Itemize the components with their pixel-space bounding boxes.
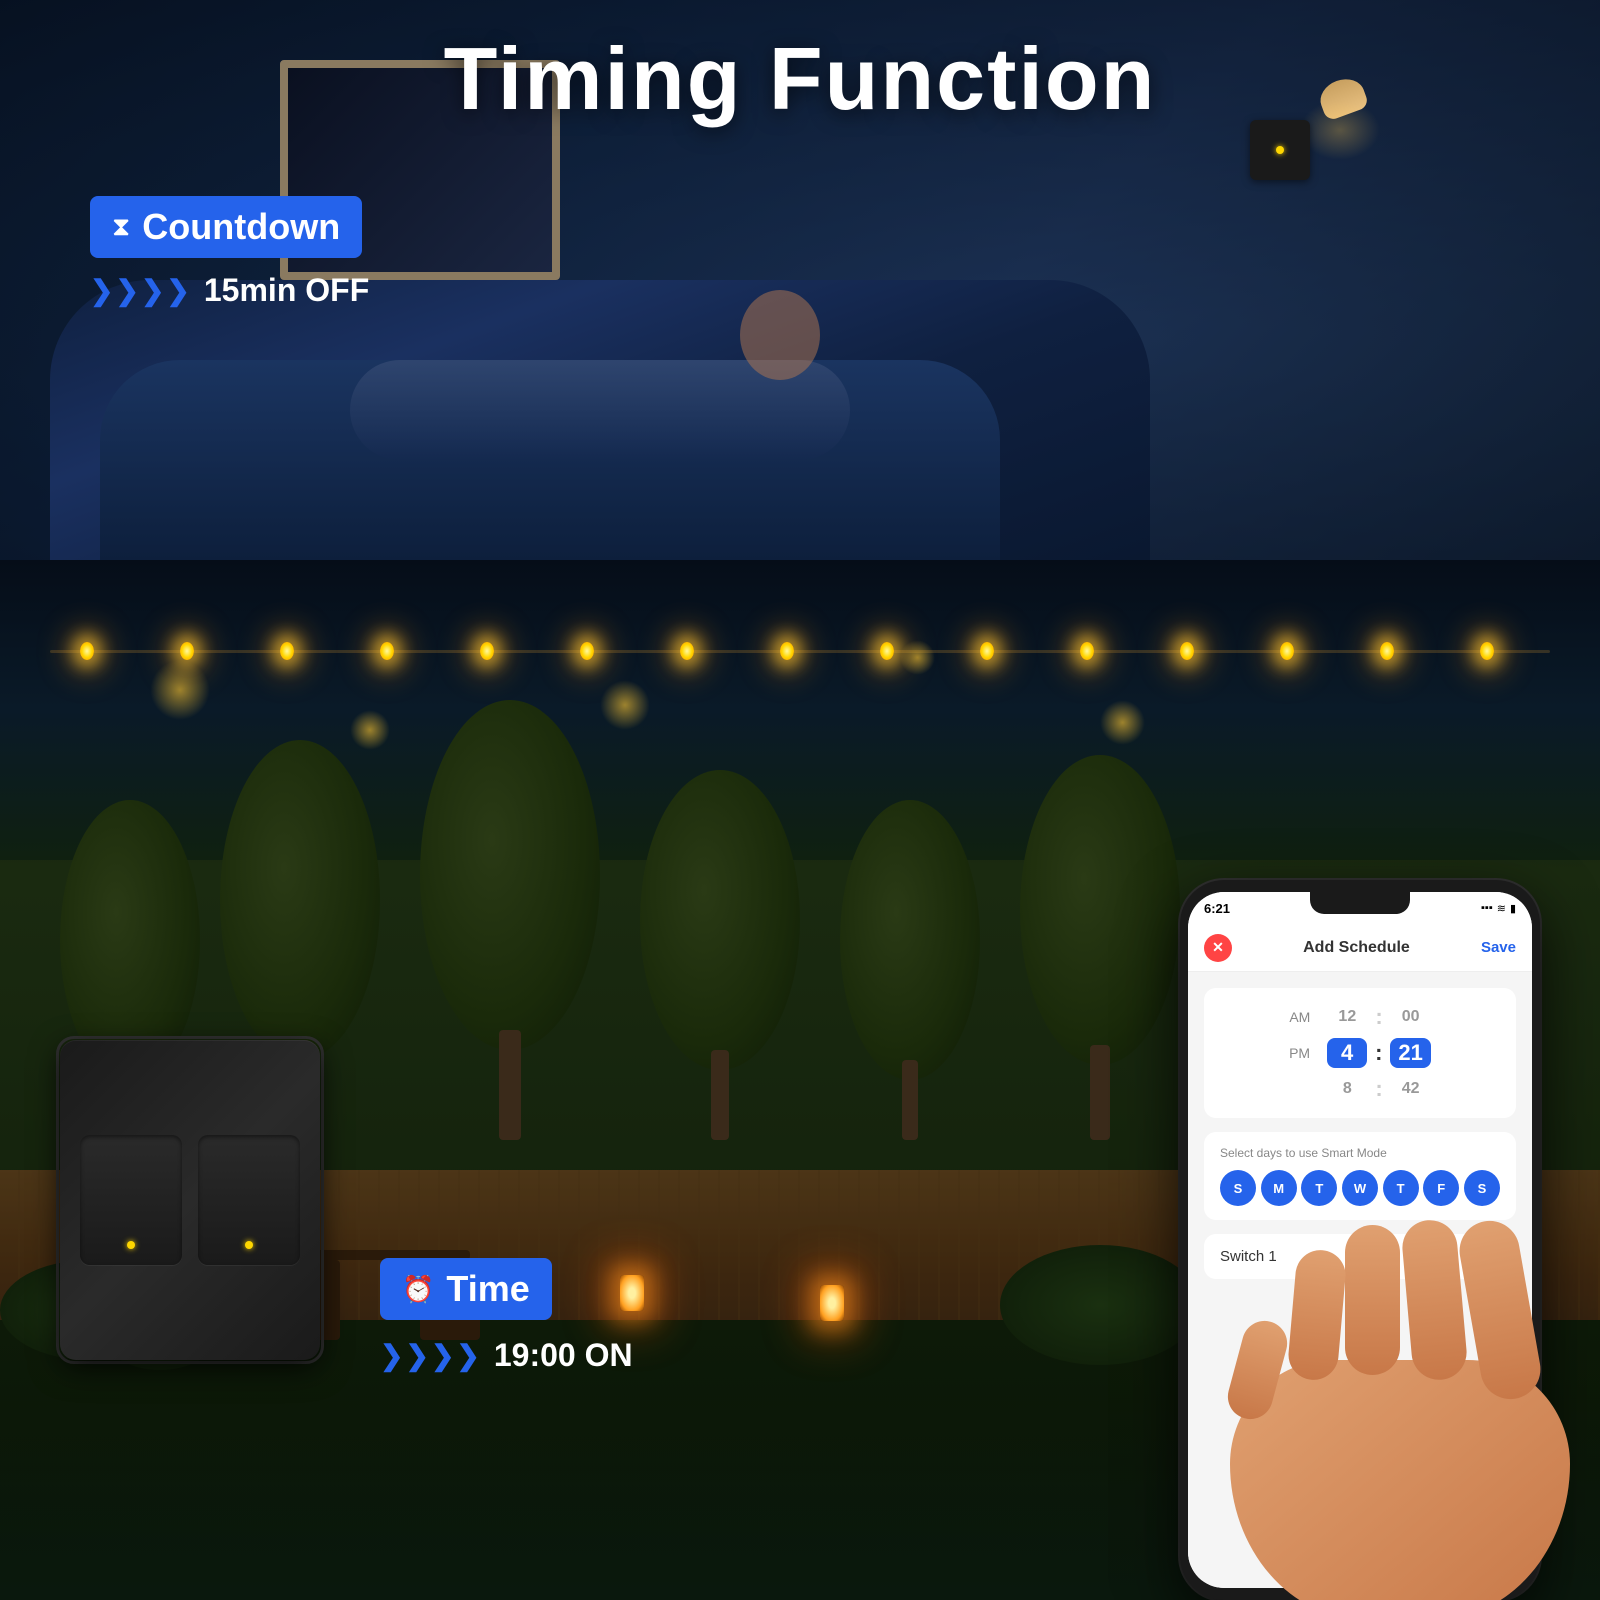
phone-close-button[interactable]: ✕ — [1204, 934, 1232, 962]
close-icon: ✕ — [1212, 939, 1224, 956]
foliage-3 — [420, 700, 600, 1050]
hour-down: 8 — [1327, 1080, 1367, 1098]
switch-button-1[interactable] — [80, 1135, 182, 1265]
timer-info: ❯ ❯ ❯ ❯ 15min OFF — [90, 272, 369, 309]
time-row-3: 8 : 42 — [1204, 1072, 1516, 1106]
minute-down: 42 — [1391, 1080, 1431, 1098]
hour-selected[interactable]: 4 — [1327, 1038, 1367, 1068]
page-title: Timing Function — [0, 28, 1600, 130]
tree-3 — [420, 700, 600, 1140]
arrow-4: ❯ — [166, 274, 189, 307]
trunk-6 — [1090, 1045, 1110, 1140]
led-2 — [245, 1241, 253, 1249]
clock-icon: ⏰ — [402, 1274, 434, 1305]
foliage-5 — [840, 800, 980, 1080]
status-icons: ▪▪▪ ≋ ▮ — [1481, 902, 1516, 915]
arrow-2: ❯ — [115, 274, 138, 307]
switch-panel[interactable] — [60, 1040, 320, 1360]
phone-save-button[interactable]: Save — [1481, 939, 1516, 956]
countdown-timer-text: 15min OFF — [204, 272, 369, 309]
arrow-3: ❯ — [141, 274, 164, 307]
hand-wrapper — [1070, 1200, 1570, 1600]
time-row-1: AM 12 : 00 — [1204, 1000, 1516, 1034]
time-arrow-2: ❯ — [405, 1339, 428, 1372]
finger-3 — [1345, 1225, 1400, 1375]
bokeh-5 — [1100, 700, 1145, 745]
phone-header: ✕ Add Schedule Save — [1188, 924, 1532, 972]
time-arrow-1: ❯ — [380, 1339, 403, 1372]
bokeh-3 — [600, 680, 650, 730]
phone-notch — [1310, 892, 1410, 914]
status-time: 6:21 — [1204, 901, 1230, 916]
hour-display: 12 — [1327, 1008, 1367, 1026]
tree-4 — [640, 770, 800, 1140]
trunk-3 — [499, 1030, 521, 1140]
tree-6 — [1020, 755, 1180, 1140]
am-label: AM — [1289, 1009, 1319, 1025]
foliage-4 — [640, 770, 800, 1070]
switch-led — [1276, 146, 1284, 154]
led-1 — [127, 1241, 135, 1249]
minute-selected[interactable]: 21 — [1390, 1038, 1430, 1068]
time-row-2: PM 4 : 21 — [1204, 1034, 1516, 1072]
bokeh-1 — [150, 660, 210, 720]
finger-2 — [1400, 1218, 1469, 1382]
time-schedule-text: 19:00 ON — [494, 1337, 633, 1374]
trunk-5 — [902, 1060, 918, 1140]
arrow-1: ❯ — [90, 274, 113, 307]
time-arrow-3: ❯ — [431, 1339, 454, 1372]
time-badge-label: Time — [446, 1268, 529, 1310]
time-picker[interactable]: AM 12 : 00 PM 4 : 21 8 : — [1204, 988, 1516, 1118]
foliage-6 — [1020, 755, 1180, 1065]
bokeh-4 — [900, 640, 935, 675]
lantern-body-1 — [620, 1275, 644, 1311]
time-arrow-4: ❯ — [456, 1339, 479, 1372]
foliage-2 — [220, 740, 380, 1060]
person-head — [740, 290, 820, 380]
countdown-badge[interactable]: ⧗ Countdown — [90, 196, 362, 258]
tree-5 — [840, 800, 980, 1140]
switch-button-2[interactable] — [198, 1135, 300, 1265]
time-colon-2: : — [1375, 1040, 1382, 1066]
phone-header-title: Add Schedule — [1303, 939, 1410, 957]
time-arrows: ❯ ❯ ❯ ❯ — [380, 1339, 480, 1372]
countdown-arrows: ❯ ❯ ❯ ❯ — [90, 274, 190, 307]
minute-up: 00 — [1391, 1008, 1431, 1026]
battery-icon: ▮ — [1510, 902, 1516, 915]
top-section: Timing Function ⧗ Countdown ❯ ❯ ❯ ❯ 15mi… — [0, 0, 1600, 560]
days-label: Select days to use Smart Mode — [1220, 1146, 1500, 1160]
countdown-label: Countdown — [142, 206, 340, 248]
bottom-section: ⏰ Time ❯ ❯ ❯ ❯ 19:00 ON 6:21 ▪▪▪ ≋ ▮ — [0, 560, 1600, 1600]
lantern-2 — [820, 1285, 850, 1330]
hourglass-icon: ⧗ — [112, 211, 130, 243]
wifi-icon: ≋ — [1497, 902, 1506, 915]
lantern-1 — [620, 1275, 650, 1320]
person-silhouette — [300, 280, 900, 460]
pm-label: PM — [1289, 1045, 1319, 1061]
trunk-4 — [711, 1050, 729, 1140]
lantern-body-2 — [820, 1285, 844, 1321]
signal-icon: ▪▪▪ — [1481, 902, 1493, 914]
time-colon-3: : — [1375, 1076, 1382, 1102]
time-badge[interactable]: ⏰ Time — [380, 1258, 552, 1320]
bokeh-2 — [350, 710, 390, 750]
time-info: ❯ ❯ ❯ ❯ 19:00 ON — [380, 1337, 633, 1374]
time-colon-1: : — [1375, 1004, 1382, 1030]
